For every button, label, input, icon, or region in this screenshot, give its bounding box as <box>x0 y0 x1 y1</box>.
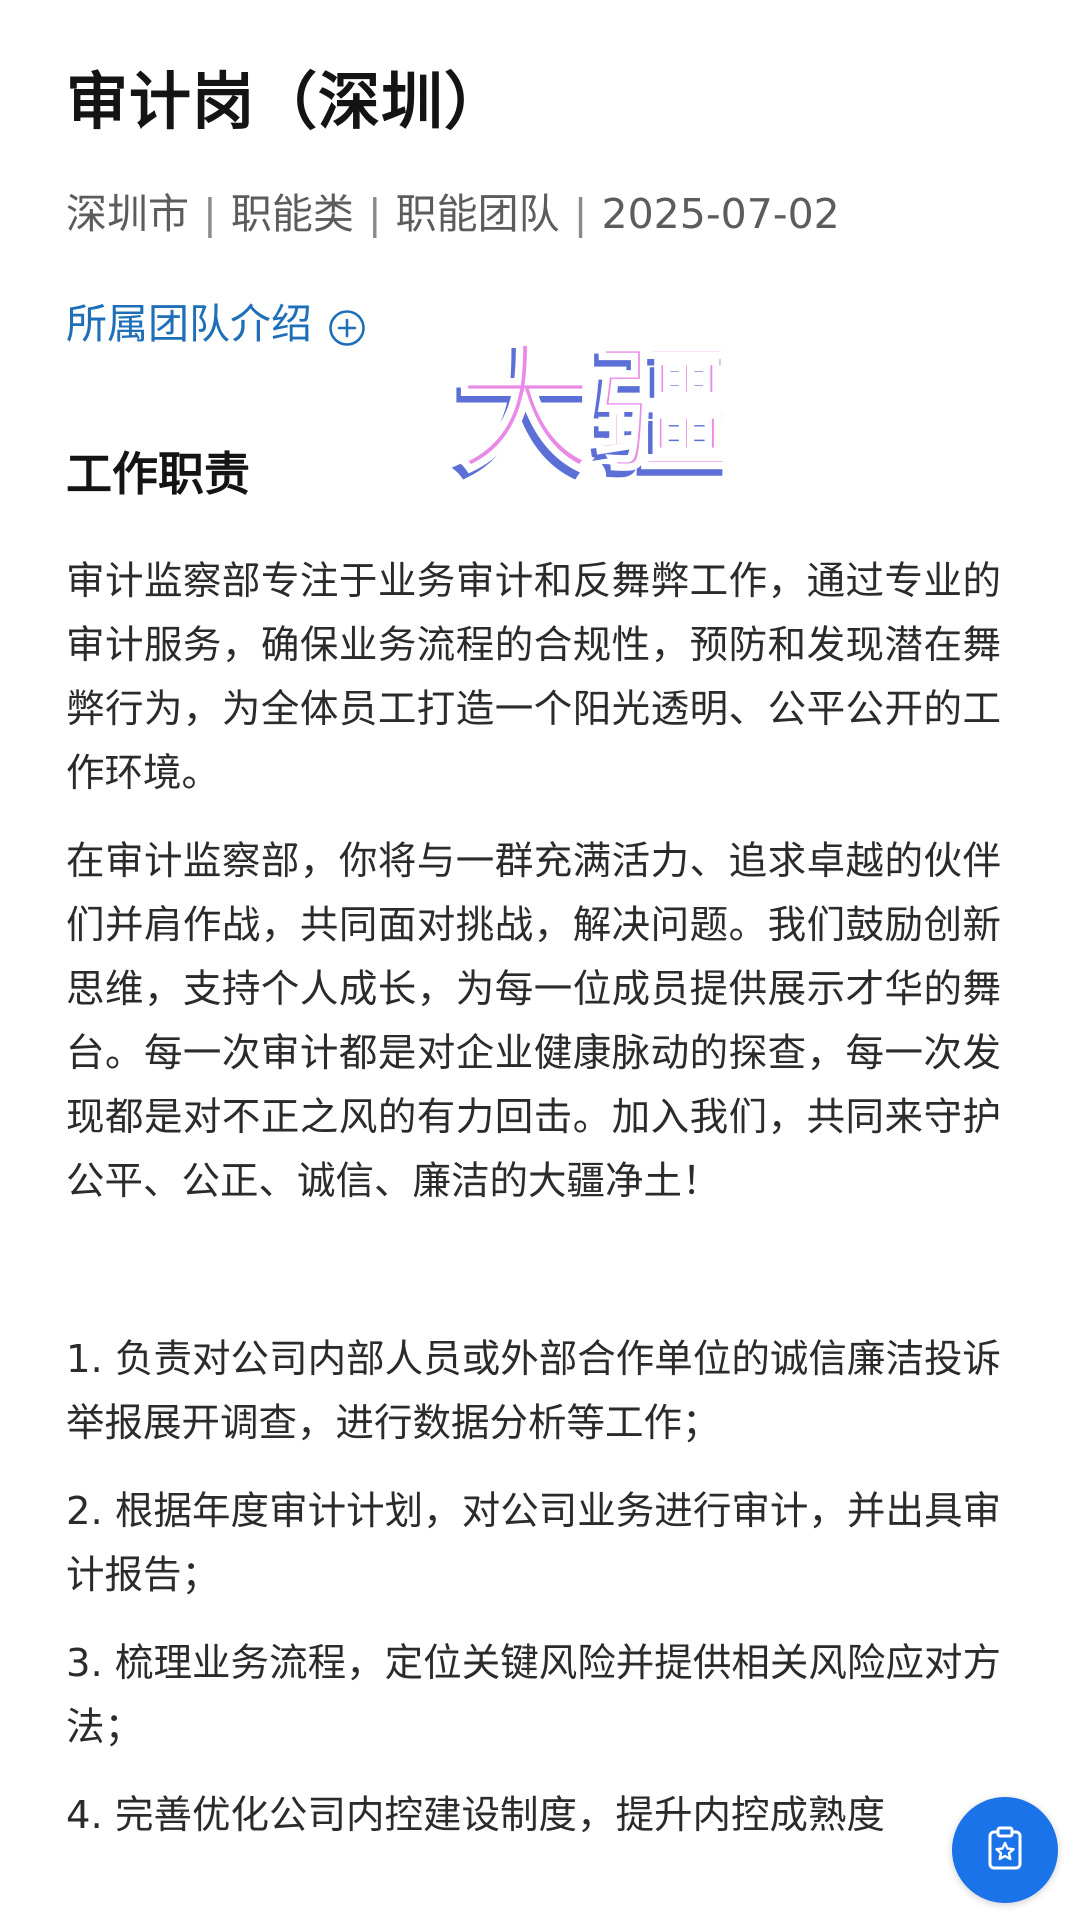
dji-logo-watermark: 大疆 大疆 <box>450 318 780 500</box>
job-detail-page: 审计岗（深圳） 深圳市 | 职能类 | 职能团队 | 2025-07-02 所属团队介绍 大… <box>0 0 1080 1917</box>
section-title-responsibilities: 工作职责 <box>66 447 250 501</box>
meta-separator: | <box>573 190 588 238</box>
duty-item: 3. 梳理业务流程，定位关键风险并提供相关风险应对方法； <box>66 1641 1001 1750</box>
job-date: 2025-07-02 <box>601 190 840 238</box>
job-title: 审计岗（深圳） <box>66 65 508 138</box>
job-meta: 深圳市 | 职能类 | 职能团队 | 2025-07-02 <box>66 186 840 242</box>
svg-text:大疆: 大疆 <box>456 328 732 488</box>
job-category: 职能类 <box>230 190 354 238</box>
team-intro-label: 所属团队介绍 <box>66 300 312 348</box>
meta-separator: | <box>203 190 217 238</box>
description-paragraph: 在审计监察部，你将与一群充满活力、追求卓越的伙伴们并肩作战，共同面对挑战，解决问… <box>66 839 1001 1204</box>
apply-fab-button[interactable] <box>952 1797 1058 1903</box>
description-paragraph: 审计监察部专注于业务审计和反舞弊工作，通过专业的审计服务，确保业务流程的合规性，… <box>66 559 1001 796</box>
team-intro-link[interactable]: 所属团队介绍 <box>66 296 366 352</box>
job-team: 职能团队 <box>395 190 560 238</box>
duty-item: 1. 负责对公司内部人员或外部合作单位的诚信廉洁投诉举报展开调查，进行数据分析等… <box>66 1337 1001 1446</box>
duty-item: 2. 根据年度审计计划，对公司业务进行审计，并出具审计报告； <box>66 1489 1001 1598</box>
plus-circle-icon <box>328 305 366 346</box>
job-city: 深圳市 <box>66 190 189 238</box>
meta-separator: | <box>367 190 382 238</box>
duty-item: 4. 完善优化公司内控建设制度，提升内控成熟度 <box>66 1793 885 1838</box>
clipboard-star-icon <box>980 1823 1030 1877</box>
